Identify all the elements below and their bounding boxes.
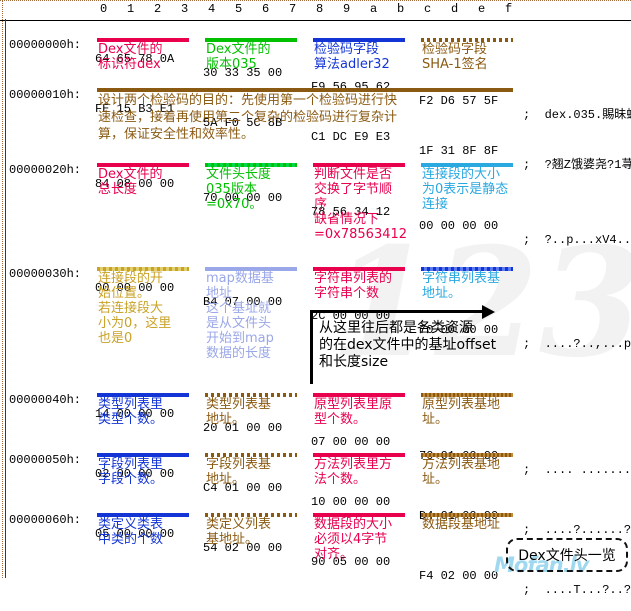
ruler-col-2: 2 <box>154 2 162 16</box>
row-offset: 00000010h: <box>9 88 82 102</box>
annotation-link-size: 连接段的大小 为0表示是静态 连接 <box>422 167 509 212</box>
ruler-col-9: 9 <box>343 2 351 16</box>
annotation-header-size: 文件头长度 035版本 =0x70。 <box>206 167 272 212</box>
arrow-horizontal-bar <box>310 310 485 313</box>
annotation-method-ids-off: 方法列表基地 址。 <box>422 457 501 487</box>
annotation-field-ids-size: 字段列表里 字段个数。 <box>98 457 164 487</box>
annotation-class-defs-off: 类定义列表 基地址。 <box>206 517 272 547</box>
annotation-file-size: Dex文件的 总长度 <box>98 167 163 197</box>
annotation-dex-magic: Dex文件的 标识符dex <box>98 42 163 72</box>
annotation-type-ids-off: 类型列表基 地址。 <box>206 397 272 427</box>
ascii-column: ; ?..p...xV4..... <box>523 233 631 247</box>
ascii-column: ; ....?......?.. <box>523 523 631 537</box>
hex-row: 00000060h: 05 00 00 00 54 02 00 00 90 05… <box>0 499 631 611</box>
figure-caption-label: Dex文件头一览 <box>518 548 616 564</box>
ruler-col-8: 8 <box>316 2 324 16</box>
ruler-col-3: 3 <box>181 2 189 16</box>
ruler-col-c: c <box>424 2 432 16</box>
annotation-string-ids-off: 字符串列表基 地址。 <box>422 271 501 301</box>
byte-group-c-f: 1F 31 8F 8F <box>419 144 499 158</box>
ruler-col-a: a <box>370 2 378 16</box>
row-offset: 00000050h: <box>9 453 82 467</box>
annotation-checksum-sha1: 检验码字段 SHA-1签名 <box>422 42 488 72</box>
ruler-col-6: 6 <box>262 2 270 16</box>
byte-group-c-f: F4 02 00 00 <box>419 569 499 583</box>
arrow-head-icon <box>482 305 495 319</box>
ruler-col-b: b <box>397 2 405 16</box>
ruler-col-5: 5 <box>235 2 243 16</box>
ascii-column: ; ....T...?..?.. <box>523 583 631 597</box>
ruler-col-7: 7 <box>289 2 297 16</box>
ascii-column: ; ?翘Z饿婆尧?1荨 <box>523 158 631 172</box>
row-offset: 00000020h: <box>9 163 82 177</box>
hex-row: 00000030h: 00 00 00 00 B4 07 00 00 2C 00… <box>0 253 631 365</box>
hex-column-ruler: 0 1 2 3 4 5 6 7 8 9 a b c d e f <box>0 0 631 21</box>
annotation-string-ids-size: 字符串列表的 字符串个数 <box>314 271 393 301</box>
hex-row: 00000020h: 84 08 00 00 70 00 00 00 78 56… <box>0 149 631 261</box>
ascii-column: ; ....?..,...p... <box>523 337 631 351</box>
row-offset: 00000040h: <box>9 393 82 407</box>
dex-header-hexdump-figure: 123 0 1 2 3 4 5 6 7 8 9 a b c d e f 0000… <box>0 0 631 597</box>
ruler-col-4: 4 <box>208 2 216 16</box>
annotation-method-ids-size: 方法列表里方 法个数。 <box>314 457 393 487</box>
annotation-dex-version: Dex文件的 版本035 <box>206 42 271 72</box>
annotation-endian-tag: 判断文件是否 交换了字节顺 序 缺省情况下 =0x78563412 <box>314 167 408 242</box>
annotation-proto-ids-off: 原型列表基地 址。 <box>422 397 501 427</box>
arrow-vertical-bar <box>310 310 313 384</box>
annotation-checksum-adler32: 检验码字段 算法adler32 <box>314 42 390 72</box>
byte-group-c-f: F2 D6 57 5F <box>419 94 499 108</box>
annotation-field-ids-off: 字段列表基 地址。 <box>206 457 272 487</box>
row-offset: 00000060h: <box>9 513 82 527</box>
ruler-col-e: e <box>478 2 486 16</box>
row-offset: 00000000h: <box>9 38 82 52</box>
byte-group-8-b: 07 00 00 00 <box>311 435 391 449</box>
annotation-proto-ids-size: 原型列表里原 型个数。 <box>314 397 393 427</box>
annotation-data-size: 数据段的大小 必须以4字节 对齐。 <box>314 517 393 562</box>
ascii-column: ; dex.035.賜昧蜂W_ <box>523 108 631 122</box>
arrow-annotation-text: 从这里往后都是各类资源 的在dex文件中的基址offset 和长度size <box>319 320 497 370</box>
ruler-col-1: 1 <box>127 2 135 16</box>
annotation-type-ids-size: 类型列表里 类型个数。 <box>98 397 164 427</box>
annotation-data-off: 数据段基地址 <box>422 517 501 532</box>
annotation-link-off: 连接段的开 始位置。 若连接段大 小为0，这里 也是0 <box>98 271 172 346</box>
row-offset: 00000030h: <box>9 267 82 281</box>
annotation-map-off: map数据基 地址 这个基址就 是从文件头 开始到map 数据的长度 <box>206 271 274 361</box>
annotation-class-defs-size: 类定义类表 中类的个数 <box>98 517 164 547</box>
byte-group-8-b: 10 00 00 00 <box>311 495 391 509</box>
byte-group-c-f: 00 00 00 00 <box>419 219 499 233</box>
ruler-col-d: d <box>451 2 459 16</box>
annotation-two-checksums-reason: 设计两个检验码的目的：先使用第一个检验码进行快 速检查，接着再使用第二个复杂的检… <box>98 93 398 142</box>
ruler-col-f: f <box>505 2 513 16</box>
ascii-column: ; .... .......p... <box>523 463 631 477</box>
ruler-col-0: 0 <box>100 2 108 16</box>
figure-caption: Dex文件头一览 <box>506 538 628 572</box>
